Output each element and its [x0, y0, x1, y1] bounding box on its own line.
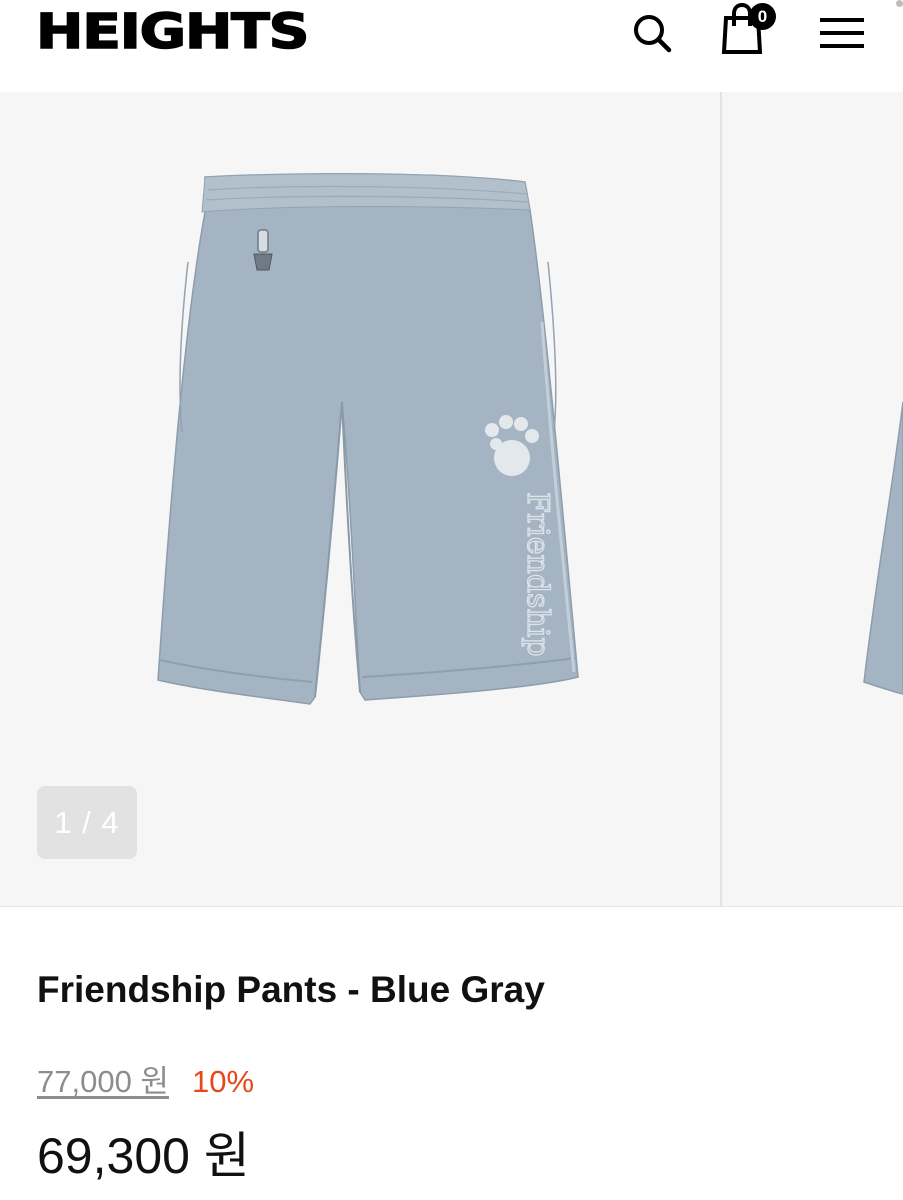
search-button[interactable] [627, 8, 677, 58]
product-image-gallery[interactable]: Friendship 1 / 4 [0, 92, 903, 907]
menu-button[interactable] [817, 8, 867, 58]
site-header: HEIGHTS 0 [0, 0, 903, 92]
print-text: Friendship [520, 492, 555, 657]
cart-count-badge: 0 [749, 3, 776, 30]
image-counter: 1 / 4 [37, 786, 137, 859]
hamburger-menu-icon [820, 18, 864, 48]
status-dot [896, 0, 903, 7]
brand-logo[interactable]: HEIGHTS [35, 5, 310, 59]
next-product-image-peek[interactable] [722, 92, 903, 907]
sale-price: 69,300 원 [37, 1128, 250, 1184]
gallery-slide-next[interactable] [722, 92, 903, 907]
gallery-slide-current[interactable]: Friendship 1 / 4 [0, 92, 720, 907]
discount-rate: 10% [192, 1064, 255, 1099]
search-icon [634, 15, 672, 53]
product-title: Friendship Pants - Blue Gray [37, 969, 545, 1010]
product-image[interactable]: Friendship [150, 172, 590, 717]
original-price: 77,000 원 [37, 1064, 169, 1099]
divider [0, 906, 903, 907]
